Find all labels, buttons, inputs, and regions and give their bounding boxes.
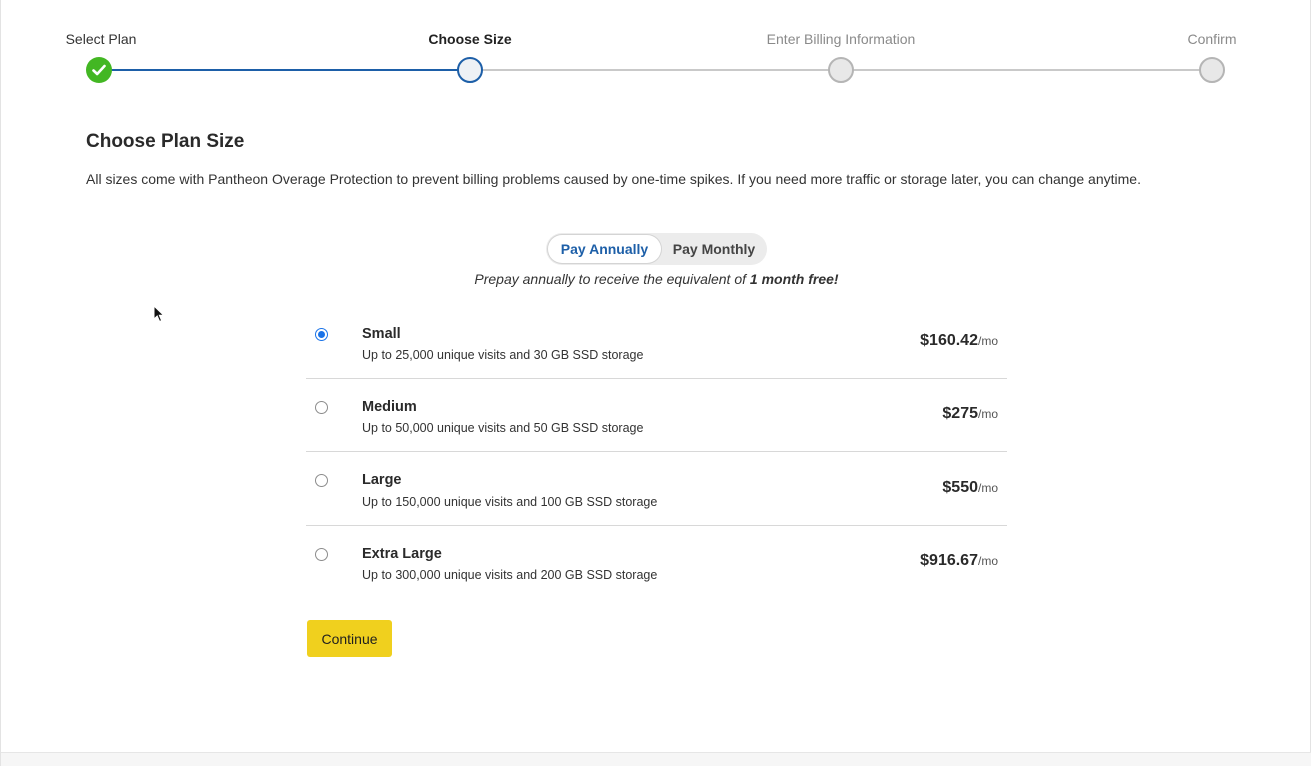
plan-detail: Up to 50,000 unique visits and 50 GB SSD…: [362, 421, 644, 435]
page-description: All sizes come with Pantheon Overage Pro…: [86, 171, 1141, 187]
price-amount: $160.42: [920, 332, 978, 349]
page-title: Choose Plan Size: [86, 131, 245, 152]
price-unit: /mo: [977, 407, 998, 421]
plan-price: $916.67/mo: [920, 552, 998, 570]
billing-period-toggle: Pay Annually Pay Monthly: [546, 233, 767, 265]
annual-promo-text: Prepay annually to receive the equivalen…: [1, 271, 1311, 287]
price-unit: /mo: [977, 481, 998, 495]
plan-price: $160.42/mo: [920, 332, 998, 350]
plan-detail: Up to 150,000 unique visits and 100 GB S…: [362, 495, 658, 509]
plan-radio-large[interactable]: [315, 474, 328, 487]
step-label-choose-size: Choose Size: [428, 31, 512, 47]
mouse-pointer-icon: [153, 305, 165, 323]
step-dot-select-plan[interactable]: [86, 57, 112, 83]
plan-option-small[interactable]: Small Up to 25,000 unique visits and 30 …: [306, 306, 1007, 379]
checkmark-icon: [92, 64, 106, 76]
plan-price: $275/mo: [942, 405, 998, 423]
step-label-select-plan[interactable]: Select Plan: [66, 31, 137, 47]
plan-option-large[interactable]: Large Up to 150,000 unique visits and 10…: [306, 452, 1007, 526]
step-connector-completed: [101, 69, 470, 71]
plan-detail: Up to 300,000 unique visits and 200 GB S…: [362, 568, 658, 582]
plan-radio-extra-large[interactable]: [315, 548, 328, 561]
step-dot-billing: [828, 57, 854, 83]
promo-text-prefix: Prepay annually to receive the equivalen…: [474, 271, 750, 287]
plan-name: Medium: [362, 399, 417, 415]
plan-name: Small: [362, 326, 401, 342]
price-amount: $275: [942, 405, 978, 422]
price-unit: /mo: [977, 334, 998, 348]
price-amount: $550: [942, 479, 978, 496]
window-bottom-edge: [1, 752, 1311, 766]
plan-radio-small[interactable]: [315, 328, 328, 341]
continue-button[interactable]: Continue: [307, 620, 392, 657]
plan-price: $550/mo: [942, 479, 998, 497]
plan-name: Extra Large: [362, 546, 442, 562]
plan-detail: Up to 25,000 unique visits and 30 GB SSD…: [362, 348, 644, 362]
app-window: Select Plan Choose Size Enter Billing In…: [0, 0, 1311, 766]
price-amount: $916.67: [920, 552, 978, 569]
step-label-confirm: Confirm: [1187, 31, 1237, 47]
step-dot-choose-size: [457, 57, 483, 83]
step-dot-confirm: [1199, 57, 1225, 83]
pay-annually-option[interactable]: Pay Annually: [548, 235, 661, 263]
plan-option-medium[interactable]: Medium Up to 50,000 unique visits and 50…: [306, 379, 1007, 452]
plan-name: Large: [362, 472, 402, 488]
promo-emphasis: 1 month free!: [749, 271, 839, 287]
plan-radio-medium[interactable]: [315, 401, 328, 414]
price-unit: /mo: [977, 554, 998, 568]
plan-option-extra-large[interactable]: Extra Large Up to 300,000 unique visits …: [306, 526, 1007, 599]
pay-monthly-option[interactable]: Pay Monthly: [663, 235, 765, 263]
step-label-billing: Enter Billing Information: [766, 31, 916, 47]
